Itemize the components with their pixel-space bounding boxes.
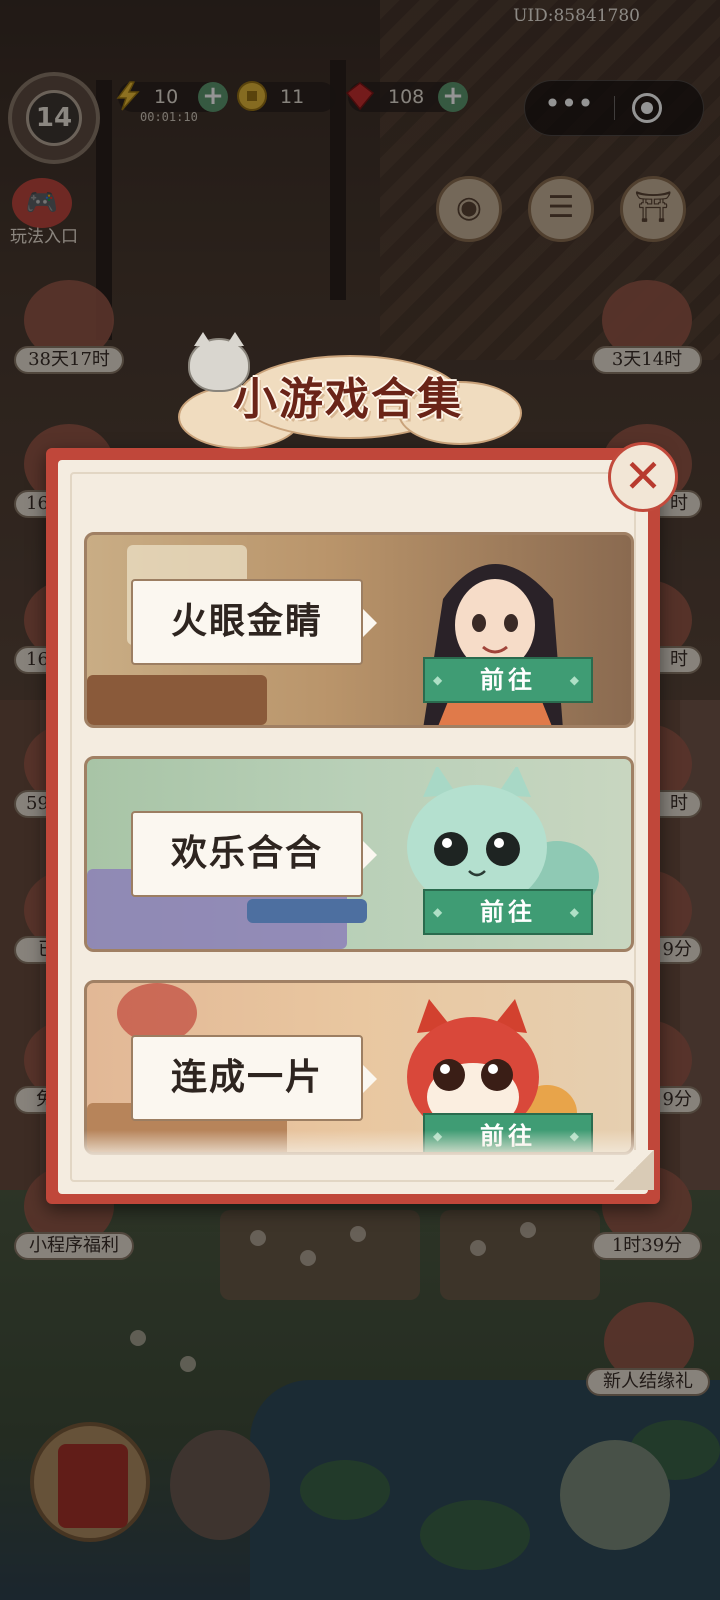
game-card-happy-merge[interactable]: 欢乐合合 前往 [84,756,634,952]
close-button[interactable]: ✕ [608,442,678,512]
game-card-fire-eyes[interactable]: 火眼金睛 前往 [84,532,634,728]
water-channel-decor [247,899,367,923]
table-decor [87,675,267,725]
cat-mascot-icon [188,332,250,392]
game-card-connect-all[interactable]: 连成一片 前往 [84,980,634,1155]
go-button[interactable]: 前往 [423,889,593,935]
game-name-label: 火眼金睛 [131,579,377,665]
card-scroll-fade [84,1130,634,1160]
game-name-label: 欢乐合合 [131,811,377,897]
go-button[interactable]: 前往 [423,657,593,703]
game-name-label: 连成一片 [131,1035,377,1121]
close-icon: ✕ [623,449,663,503]
flower-decor [117,983,197,1043]
